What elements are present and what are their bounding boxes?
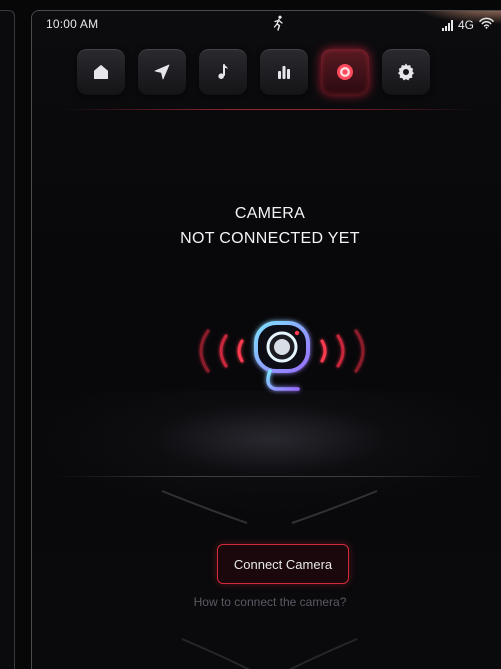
equalizer-icon (278, 66, 290, 79)
nav-divider (62, 109, 478, 110)
music-note-icon (218, 64, 228, 79)
decorative-beams-bottom (181, 638, 358, 669)
nav-camera-button[interactable] (321, 49, 369, 95)
nav-navigation-button[interactable] (138, 49, 186, 95)
status-bar: 10:00 AM 4G (32, 11, 501, 37)
how-to-connect-link[interactable]: How to connect the camera? (32, 595, 501, 609)
nav-settings-button[interactable] (382, 49, 430, 95)
nav-equalizer-button[interactable] (260, 49, 308, 95)
home-icon (94, 65, 108, 79)
camera-record-icon (337, 64, 353, 80)
title-line-1: CAMERA (234, 205, 306, 222)
page-title: CAMERA NOT CONNECTED YET (32, 201, 501, 251)
camera-illustration (199, 321, 365, 391)
top-nav (77, 49, 430, 95)
status-indicators: 4G (441, 16, 494, 34)
decorative-beams (161, 490, 378, 524)
adjacent-device-edge (0, 10, 15, 669)
connect-camera-button[interactable]: Connect Camera (217, 544, 349, 584)
signal-bars-icon (441, 19, 453, 31)
signal-waves-right-icon (320, 329, 365, 373)
device-frame: 10:00 AM 4G CAMERA NOT CONNECTED YET Con… (31, 10, 501, 669)
status-time: 10:00 AM (46, 17, 99, 31)
navigation-arrow-icon (154, 64, 170, 80)
signal-waves-left-icon (199, 329, 244, 373)
screen: 10:00 AM 4G CAMERA NOT CONNECTED YET Con… (0, 0, 501, 669)
nav-music-button[interactable] (199, 49, 247, 95)
gear-icon (398, 63, 414, 81)
nav-home-button[interactable] (77, 49, 125, 95)
title-line-2: NOT CONNECTED YET (180, 230, 360, 247)
wifi-icon (479, 16, 494, 34)
network-type: 4G (457, 18, 474, 32)
running-person-icon (272, 15, 284, 31)
floor-line (52, 476, 488, 477)
webcam-icon (254, 321, 310, 391)
